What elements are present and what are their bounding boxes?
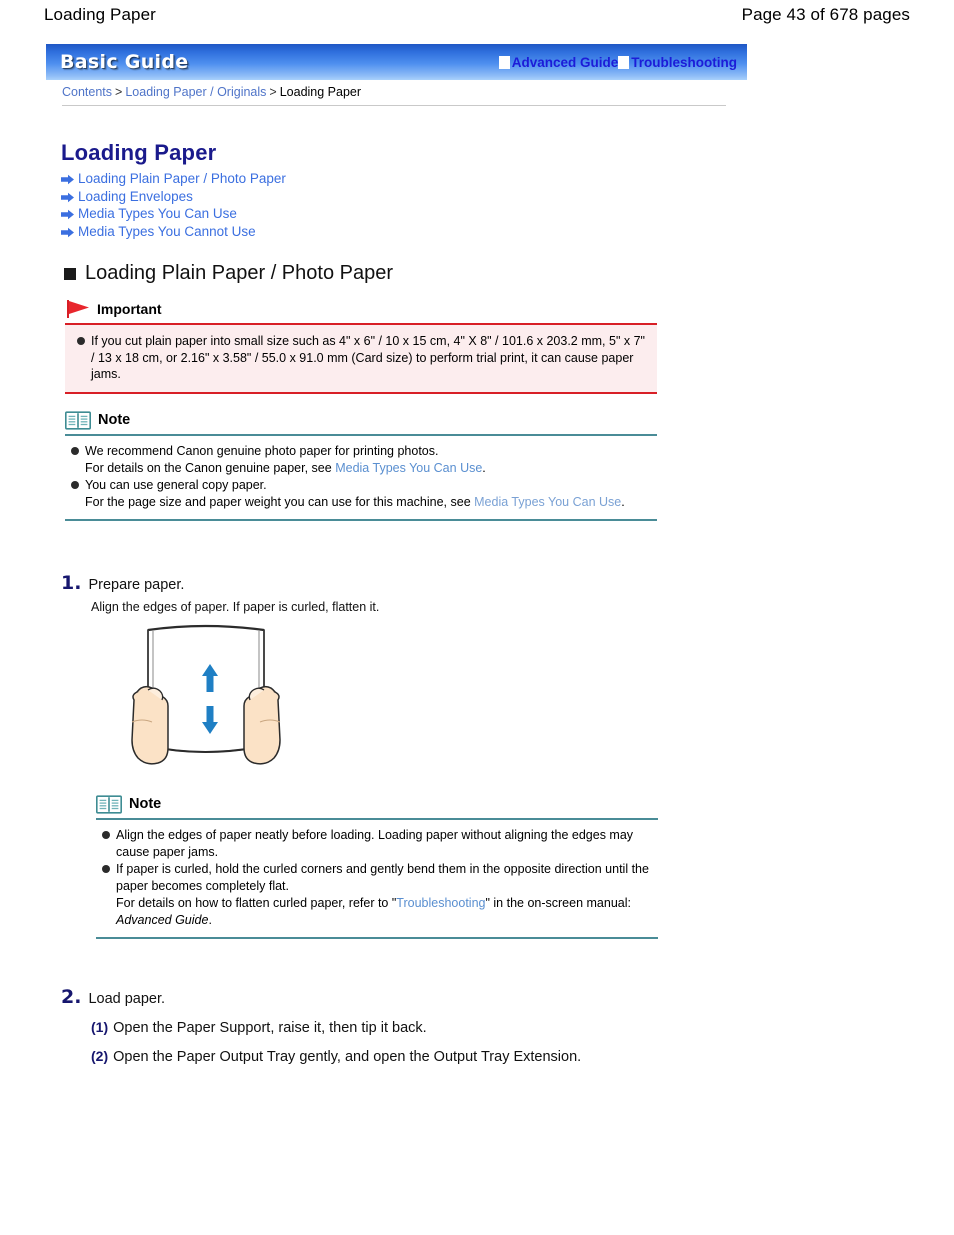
open-book-icon [96, 794, 122, 814]
breadcrumb-item-contents[interactable]: Contents [62, 85, 112, 99]
banner-title: Basic Guide [60, 51, 189, 73]
note-callout-2: Note Align the edges of paper neatly bef… [96, 792, 658, 939]
troubleshooting-label: Troubleshooting [631, 54, 737, 70]
note-item-text: You can use general copy paper. [85, 478, 267, 492]
note-sub-line: For details on how to flatten curled pap… [102, 895, 654, 929]
substep-1-number: (1) [91, 1019, 109, 1035]
step-2: 2. Load paper. [61, 986, 165, 1008]
note-sub-end: . [208, 913, 212, 927]
hands-flattening-paper-illustration [118, 618, 293, 773]
toc-link-label[interactable]: Media Types You Cannot Use [78, 224, 256, 239]
toc-link-label[interactable]: Loading Plain Paper / Photo Paper [78, 171, 286, 186]
step-2-title: Load paper. [88, 991, 166, 1007]
step-2-substep-1: (1) Open the Paper Support, raise it, th… [91, 1019, 427, 1036]
important-label: Important [97, 301, 162, 317]
advanced-guide-link[interactable]: Advanced Guide [498, 54, 619, 70]
white-square-icon [618, 55, 630, 69]
note-item-text: We recommend Canon genuine photo paper f… [85, 444, 439, 458]
toc-link-label[interactable]: Media Types You Can Use [78, 206, 237, 221]
note-item-text: Align the edges of paper neatly before l… [116, 828, 634, 859]
note-sub-prefix: For the page size and paper weight you c… [85, 495, 471, 509]
important-body: If you cut plain paper into small size s… [65, 323, 657, 394]
breadcrumb-item-loading-paper-originals[interactable]: Loading Paper / Originals [125, 85, 266, 99]
substep-2-number: (2) [91, 1048, 109, 1064]
note-sub-suffix: " in the on-screen manual: [485, 896, 631, 910]
toc-link-list: Loading Plain Paper / Photo Paper Loadin… [61, 170, 461, 240]
note-body: Align the edges of paper neatly before l… [96, 818, 658, 939]
red-flag-icon [65, 299, 93, 319]
list-item[interactable]: Loading Envelopes [61, 188, 461, 206]
arrow-right-icon [61, 226, 75, 237]
note-sub-prefix: For details on how to flatten curled pap… [116, 896, 397, 910]
arrow-right-icon [61, 208, 75, 220]
section-heading-label: Loading Plain Paper / Photo Paper [85, 262, 393, 284]
note-sub-prefix: For details on the Canon genuine paper, … [85, 461, 332, 475]
advanced-guide-label: Advanced Guide [511, 54, 619, 70]
arrow-right-icon [61, 191, 75, 202]
toc-link-label[interactable]: Loading Envelopes [78, 189, 193, 204]
note-sub-line: For details on the Canon genuine paper, … [71, 460, 653, 477]
note-body: We recommend Canon genuine photo paper f… [65, 434, 657, 521]
media-types-you-can-use-link[interactable]: Media Types You Can Use [335, 461, 482, 475]
list-item: Align the edges of paper neatly before l… [102, 827, 654, 861]
note-callout-1: Note We recommend Canon genuine photo pa… [65, 408, 657, 521]
list-item[interactable]: Media Types You Cannot Use [61, 223, 461, 241]
troubleshooting-link[interactable]: Troubleshooting [396, 896, 485, 910]
bullet-dot-icon [102, 865, 110, 873]
banner-link-group: Advanced Guide Troubleshooting [498, 54, 737, 70]
step-1-title: Prepare paper. [88, 577, 185, 593]
basic-guide-banner: Basic Guide Advanced Guide Troubleshooti… [44, 44, 747, 80]
step-2-number: 2. [61, 986, 82, 1008]
breadcrumb-item-current: Loading Paper [279, 85, 362, 99]
substep-1-text: Open the Paper Support, raise it, then t… [113, 1020, 427, 1036]
white-square-icon [498, 55, 510, 69]
page-header: Loading Paper Page 43 of 678 pages [0, 0, 954, 30]
breadcrumb-separator: > [269, 85, 277, 99]
page-header-pager: Page 43 of 678 pages [741, 5, 910, 24]
note-sub-suffix: . [482, 461, 486, 475]
list-item[interactable]: Media Types You Can Use [61, 205, 461, 223]
list-item: You can use general copy paper. [71, 477, 653, 494]
page-title: Loading Paper [61, 140, 217, 165]
section-heading: Loading Plain Paper / Photo Paper [64, 262, 393, 285]
list-item: If paper is curled, hold the curled corn… [102, 861, 654, 895]
bullet-dot-icon [77, 337, 85, 345]
important-header: Important [65, 298, 657, 320]
note-header: Note [65, 408, 657, 432]
square-bullet-icon [64, 267, 76, 280]
bullet-dot-icon [102, 831, 110, 839]
step-1: 1. Prepare paper. [61, 572, 184, 594]
bullet-dot-icon [71, 447, 79, 455]
step-1-number: 1. [61, 572, 82, 594]
list-item: We recommend Canon genuine photo paper f… [71, 443, 653, 460]
step-2-substep-2: (2) Open the Paper Output Tray gently, a… [91, 1048, 581, 1065]
troubleshooting-link[interactable]: Troubleshooting [618, 55, 737, 70]
important-item-text: If you cut plain paper into small size s… [91, 334, 645, 381]
breadcrumb: Contents > Loading Paper / Originals > Loadi… [62, 85, 726, 106]
step-1-subtitle: Align the edges of paper. If paper is cu… [91, 600, 380, 614]
note-item-text: If paper is curled, hold the curled corn… [116, 862, 649, 893]
important-callout: Important If you cut plain paper into sm… [65, 298, 657, 394]
list-item[interactable]: Loading Plain Paper / Photo Paper [61, 170, 461, 188]
page-header-title: Loading Paper [44, 5, 156, 24]
media-types-you-can-use-link[interactable]: Media Types You Can Use [474, 495, 621, 509]
note-sub-line: For the page size and paper weight you c… [71, 494, 653, 511]
note-sub-suffix: . [621, 495, 625, 509]
arrow-right-icon [61, 173, 75, 185]
substep-2-text: Open the Paper Output Tray gently, and o… [113, 1049, 582, 1065]
bullet-dot-icon [71, 481, 79, 489]
list-item: If you cut plain paper into small size s… [77, 333, 647, 383]
note-sub-italic: Advanced Guide [116, 913, 209, 927]
note-label: Note [129, 796, 162, 812]
open-book-icon [65, 410, 91, 430]
breadcrumb-separator: > [115, 85, 123, 99]
note-label: Note [98, 412, 131, 428]
note-header: Note [96, 792, 658, 816]
